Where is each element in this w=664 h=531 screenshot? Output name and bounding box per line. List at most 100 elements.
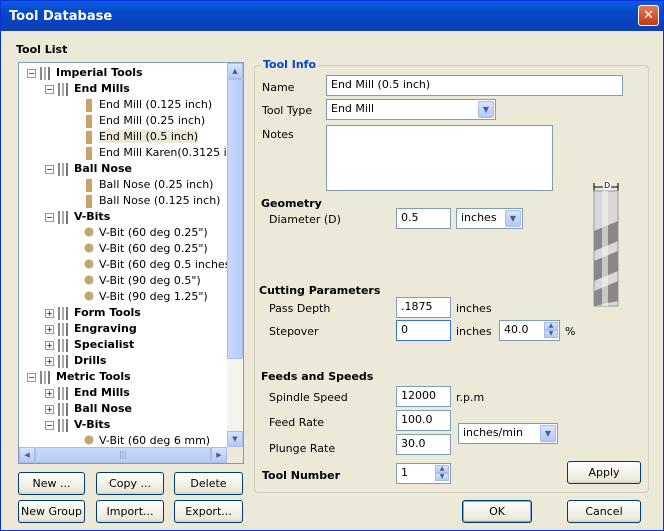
delete-button[interactable]: Delete [174,472,243,495]
scroll-thumb[interactable] [227,79,243,359]
tree-item-label: Specialist [74,338,135,351]
expand-icon[interactable]: + [45,340,54,350]
tree-item-label: Form Tools [74,306,141,319]
v-bit-icon [83,274,95,288]
expand-icon[interactable]: + [45,356,54,366]
collapse-icon[interactable]: − [45,164,54,174]
pass-depth-label: Pass Depth [269,302,331,315]
expand-icon[interactable]: + [45,308,54,318]
tree-item[interactable]: − End Mills [45,81,130,97]
collapse-icon[interactable]: − [45,420,54,430]
rate-units-select[interactable]: inches/min ▼ [458,423,558,444]
tree-item[interactable]: Ball Nose (0.125 inch) [83,193,220,209]
tree-item[interactable]: + Form Tools [45,305,141,321]
tool-number-input[interactable]: 1 ▲ ▼ [396,463,451,484]
stepover-label: Stepover [269,325,319,338]
tree-item[interactable]: − V-Bits [45,209,110,225]
notes-label: Notes [262,128,294,141]
tool-type-select[interactable]: End Mill ▼ [326,99,496,120]
expand-icon[interactable]: + [45,324,54,334]
hscroll-thumb[interactable]: ||| [35,447,211,463]
v-bit-icon [83,434,95,448]
tree-item[interactable]: V-Bit (60 deg 0.25") [83,241,208,257]
spin-up-icon[interactable]: ▲ [435,465,449,473]
tree-item[interactable]: + End Mills [45,385,130,401]
tree-item-label: Metric Tools [56,370,131,383]
close-button[interactable]: ✕ [638,5,659,26]
spindle-speed-input[interactable]: 12000 [396,386,451,407]
spin-down-icon[interactable]: ▼ [435,473,449,481]
v-bit-icon [83,258,95,272]
tree-item[interactable]: V-Bit (60 deg 0.25") [83,225,208,241]
tree-item[interactable]: End Mill Karen(0.3125 inch [83,145,243,161]
name-input[interactable]: End Mill (0.5 inch) [326,75,623,96]
scroll-down-icon[interactable]: ▼ [227,431,243,447]
cutting-parameters-label: Cutting Parameters [259,284,381,297]
stepover-spinner[interactable]: ▲ ▼ [544,322,558,339]
tree-item[interactable]: + Engraving [45,321,137,337]
expand-icon[interactable]: + [45,388,54,398]
feed-rate-input[interactable]: 100.0 [396,410,451,431]
export-button[interactable]: Export... [174,500,243,523]
tree-item[interactable]: − V-Bits [45,417,110,433]
tree-item[interactable]: End Mill (0.125 inch) [83,97,212,113]
tree-vertical-scrollbar[interactable]: ▲ ▼ [227,63,243,447]
tree-item-label: End Mill (0.125 inch) [99,98,213,111]
apply-button[interactable]: Apply [567,461,641,484]
plunge-rate-input[interactable]: 30.0 [396,434,451,455]
tree-item-label: End Mills [74,386,130,399]
tool-group-icon [58,418,70,432]
tree-item[interactable]: + Specialist [45,337,134,353]
stepover-unit: inches [456,325,492,338]
tree-item[interactable]: − Metric Tools [27,369,131,385]
collapse-icon[interactable]: − [27,68,36,78]
chevron-down-icon[interactable]: ▼ [540,425,556,442]
scroll-up-icon[interactable]: ▲ [227,63,243,79]
tree-item[interactable]: − Ball Nose [45,161,132,177]
tree-item[interactable]: + Ball Nose [45,401,132,417]
tool-number-spinner[interactable]: ▲ ▼ [435,465,449,482]
spin-down-icon[interactable]: ▼ [544,330,558,338]
tree-item[interactable]: V-Bit (90 deg 0.5") [83,273,201,289]
percent-symbol: % [565,325,576,338]
notes-textarea[interactable] [326,125,553,191]
expand-icon[interactable]: + [45,404,54,414]
spindle-speed-label: Spindle Speed [269,391,348,404]
tree-item[interactable]: + Drills [45,353,106,369]
import-button[interactable]: Import... [96,500,164,523]
tree-item-label: V-Bit (60 deg 0.25") [99,242,208,255]
stepover-percent-input[interactable]: 40.0 ▲ ▼ [499,320,560,341]
tool-group-icon [58,162,70,176]
tool-tree[interactable]: − Imperial Tools − End Mills End Mill (0.125… [18,62,244,464]
tree-item[interactable]: − Imperial Tools [27,65,143,81]
tool-number-label: Tool Number [262,469,341,482]
scroll-left-icon[interactable]: ◀ [19,447,35,463]
ok-button[interactable]: OK [462,500,532,523]
collapse-icon[interactable]: − [27,372,36,382]
new-button[interactable]: New ... [18,472,85,495]
copy-button[interactable]: Copy ... [96,472,164,495]
tree-item[interactable]: End Mill (0.5 inch) [83,129,199,145]
diameter-input[interactable]: 0.5 [396,208,451,229]
scroll-right-icon[interactable]: ▶ [211,447,227,463]
tree-item[interactable]: Ball Nose (0.25 inch) [83,177,213,193]
new-group-button[interactable]: New Group [18,500,85,523]
tree-item-label: Ball Nose [74,162,132,175]
chevron-down-icon[interactable]: ▼ [478,101,494,118]
collapse-icon[interactable]: − [45,84,54,94]
tree-item[interactable]: V-Bit (90 deg 1.25") [83,289,208,305]
tree-horizontal-scrollbar[interactable]: ◀ ||| ▶ [19,447,227,463]
end-mill-icon [83,194,95,208]
diameter-units-select[interactable]: inches ▼ [456,208,523,229]
collapse-icon[interactable]: − [45,212,54,222]
pass-depth-input[interactable]: .1875 [396,297,451,318]
chevron-down-icon[interactable]: ▼ [505,210,521,227]
name-label: Name [262,81,295,94]
tree-item-label: End Mill (0.25 inch) [99,114,206,127]
diameter-marker-label: D [603,181,612,190]
spin-up-icon[interactable]: ▲ [544,322,558,330]
tree-item[interactable]: V-Bit (60 deg 0.5 inches) [83,257,235,273]
stepover-input[interactable]: 0 [396,320,451,341]
tree-item[interactable]: End Mill (0.25 inch) [83,113,205,129]
cancel-button[interactable]: Cancel [567,500,641,523]
